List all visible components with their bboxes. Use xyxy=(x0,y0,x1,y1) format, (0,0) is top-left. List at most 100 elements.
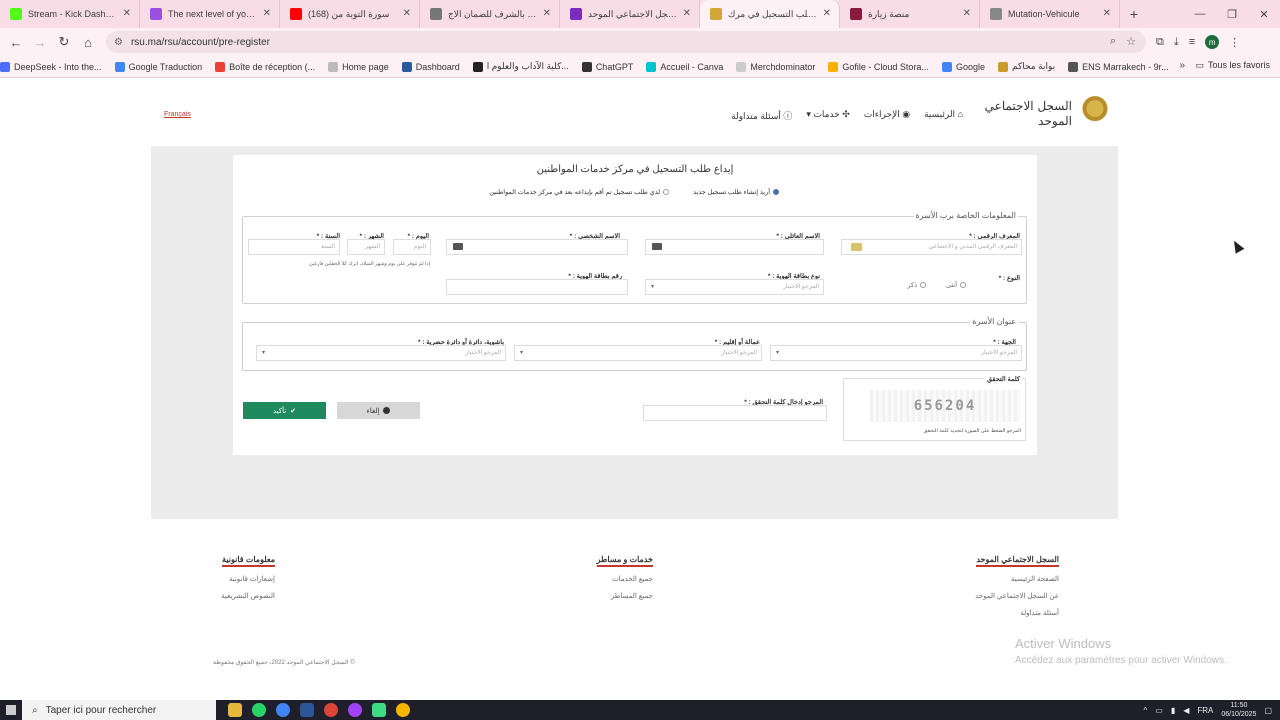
chrome-profile-2-icon[interactable] xyxy=(348,703,362,717)
bookmark-item[interactable]: Merchdominator xyxy=(736,61,815,72)
captcha-image[interactable]: 656204 xyxy=(870,390,1020,422)
pashalik-select[interactable]: المرجو الاختيار xyxy=(256,345,506,361)
bookmark-item[interactable]: DeepSeek - Into the... xyxy=(0,61,102,72)
bookmark-item[interactable]: ChatGPT xyxy=(581,61,633,72)
language-link[interactable]: Français xyxy=(164,111,191,118)
word-icon[interactable] xyxy=(300,703,314,717)
bookmark-item[interactable]: Dashboard xyxy=(401,61,460,72)
network-icon[interactable]: ▭ xyxy=(1155,706,1163,715)
nav-home[interactable]: ⌂ الرئيسية xyxy=(924,109,963,122)
extensions-icon[interactable]: ⧉ xyxy=(1156,36,1164,49)
address-bar[interactable]: ⚙ rsu.ma/rsu/account/pre-register ⌕ ☆ xyxy=(106,31,1146,53)
close-tab-icon[interactable]: ✕ xyxy=(543,8,551,19)
confirm-button[interactable]: تأكيد ✔ xyxy=(243,402,326,419)
site-info-icon[interactable]: ⚙ xyxy=(114,37,123,48)
bookmark-item[interactable]: ENS Marrakech - 9r... xyxy=(1068,61,1169,72)
language-indicator[interactable]: FRA xyxy=(1197,706,1213,715)
close-tab-icon[interactable]: ✕ xyxy=(263,8,271,19)
footer-link-legislation[interactable]: النصوص التشريعية xyxy=(221,592,275,600)
id-number-input[interactable] xyxy=(446,279,628,295)
footer-link-all-services[interactable]: جميع الخدمات xyxy=(597,575,653,583)
id-type-select[interactable]: المرجو الاختيار xyxy=(645,279,824,295)
restore-icon[interactable]: ❐ xyxy=(1216,0,1248,28)
captcha-input[interactable] xyxy=(643,405,827,421)
new-tab-button[interactable]: + xyxy=(1120,0,1148,28)
download-icon[interactable]: ⤓ xyxy=(1174,36,1179,49)
bookmark-item[interactable]: بوابة محاكم xyxy=(997,61,1055,72)
all-bookmarks[interactable]: ▭ Tous les favoris xyxy=(1195,60,1270,71)
browser-tab[interactable]: منصة زيارة ✕ xyxy=(840,0,980,28)
nav-services[interactable]: ✣ خدمات ▾ xyxy=(806,109,849,122)
close-tab-icon[interactable]: ✕ xyxy=(963,8,971,19)
taskbar-search[interactable]: ⌕ Taper ici pour rechercher xyxy=(22,700,216,720)
back-icon[interactable]: ← xyxy=(4,30,28,54)
region-select[interactable]: المرجو الاختيار xyxy=(770,345,1022,361)
bookmark-item[interactable]: Accueil - Canva xyxy=(646,61,723,72)
gender-male-radio[interactable]: ذكر xyxy=(907,281,926,289)
reload-icon[interactable]: ↻ xyxy=(52,30,76,54)
family-name-input[interactable] xyxy=(645,239,824,255)
close-tab-icon[interactable]: ✕ xyxy=(123,8,131,19)
whatsapp-icon[interactable] xyxy=(252,703,266,717)
browser-tab[interactable]: Mutation-Vehicule ✕ xyxy=(980,0,1120,28)
app-icon[interactable] xyxy=(372,703,386,717)
footer-link-faq[interactable]: أسئلة متداولة xyxy=(975,609,1059,617)
browser-tab[interactable]: (168) سورة التوبة من ✕ xyxy=(280,0,420,28)
digital-id-input[interactable]: المعرف الرقمي المدني و الاجتماعي xyxy=(841,239,1022,255)
bookmark-item[interactable]: Gofile - Cloud Stora... xyxy=(828,61,929,72)
more-bookmarks-icon[interactable]: » xyxy=(1179,60,1185,71)
keyboard-icon[interactable] xyxy=(652,243,662,250)
keyboard-icon[interactable] xyxy=(453,243,463,250)
close-tab-icon[interactable]: ✕ xyxy=(683,8,691,19)
browser-tab[interactable]: تصريح بالشرف للضمان الاج ✕ xyxy=(420,0,560,28)
minimize-icon[interactable]: — xyxy=(1184,0,1216,28)
close-tab-icon[interactable]: ✕ xyxy=(823,8,831,19)
forward-icon[interactable]: → xyxy=(28,30,52,54)
radio-existing-request[interactable]: لدي طلب تسجيل تم أقم بإيداعه بعد في مركز… xyxy=(489,188,670,196)
chrome-icon[interactable] xyxy=(276,703,290,717)
chrome-profile-3-icon[interactable] xyxy=(396,703,410,717)
close-tab-icon[interactable]: ✕ xyxy=(1103,8,1111,19)
footer-link-legal-notices[interactable]: إشعارات قانونية xyxy=(221,575,275,583)
radio-new-request[interactable]: أريد إنشاء طلب تسجيل جديد xyxy=(693,188,779,196)
gender-female-radio[interactable]: أنثى xyxy=(946,281,966,289)
battery-icon[interactable]: ▮ xyxy=(1171,706,1175,715)
footer-link-all-procedures[interactable]: جميع المساطر xyxy=(597,592,653,600)
footer-link-home[interactable]: الصفحة الرئيسية xyxy=(975,575,1059,583)
footer-link-about[interactable]: عن السجل الاجتماعي الموحد xyxy=(975,592,1059,600)
nav-procedures[interactable]: ◉ الإجراءات xyxy=(864,109,910,122)
home-icon[interactable]: ⌂ xyxy=(76,30,100,54)
bookmark-item[interactable]: كلية الآداب والعلوم ا... xyxy=(472,61,569,72)
tray-arrow-icon[interactable]: ^ xyxy=(1144,706,1148,715)
bookmark-item[interactable]: Boîte de réception (... xyxy=(215,61,315,72)
browser-tab[interactable]: إيداع طلب التسجيل في مرك ✕ xyxy=(700,0,840,28)
cancel-button[interactable]: إلغاء xyxy=(337,402,420,419)
profile-avatar[interactable]: m xyxy=(1205,35,1220,49)
close-tab-icon[interactable]: ✕ xyxy=(403,8,411,19)
bookmark-star-icon[interactable]: ☆ xyxy=(1126,35,1136,48)
volume-icon[interactable]: ◀ xyxy=(1183,706,1189,715)
bookmark-item[interactable]: Google Traduction xyxy=(114,61,202,72)
year-input[interactable]: السنة xyxy=(248,239,340,255)
day-input[interactable]: اليوم xyxy=(393,239,431,255)
clock[interactable]: 11:50 06/10/2025 xyxy=(1221,701,1256,719)
month-input[interactable]: الشهر xyxy=(347,239,385,255)
province-select[interactable]: المرجو الاختيار xyxy=(514,345,762,361)
browser-tab[interactable]: The next level of your cre ✕ xyxy=(140,0,280,28)
close-window-icon[interactable]: ✕ xyxy=(1248,0,1280,28)
nav-faq[interactable]: ⓘ أسئلة متداولة xyxy=(731,109,792,122)
browser-tab[interactable]: السجل الاجتماعي الموحد - ✕ xyxy=(560,0,700,28)
chrome-profile-icon[interactable] xyxy=(324,703,338,717)
start-button[interactable] xyxy=(0,700,22,720)
first-name-input[interactable] xyxy=(446,239,628,255)
file-explorer-icon[interactable] xyxy=(228,703,242,717)
zoom-icon[interactable]: ⌕ xyxy=(1110,35,1116,48)
site-logo-text[interactable]: السجل الاجتماعي الموحد xyxy=(985,99,1072,129)
bookmark-item[interactable]: Google xyxy=(941,61,985,72)
browser-tab[interactable]: Stream - Kick Dashboard ✕ xyxy=(0,0,140,28)
notifications-icon[interactable]: ▢ xyxy=(1264,706,1272,715)
bookmark-item[interactable]: Home page xyxy=(328,61,389,72)
media-icon[interactable]: ≡ xyxy=(1189,36,1195,48)
menu-icon[interactable]: ⋮ xyxy=(1229,36,1240,49)
gender-options: أنثى ذكر xyxy=(907,281,966,289)
